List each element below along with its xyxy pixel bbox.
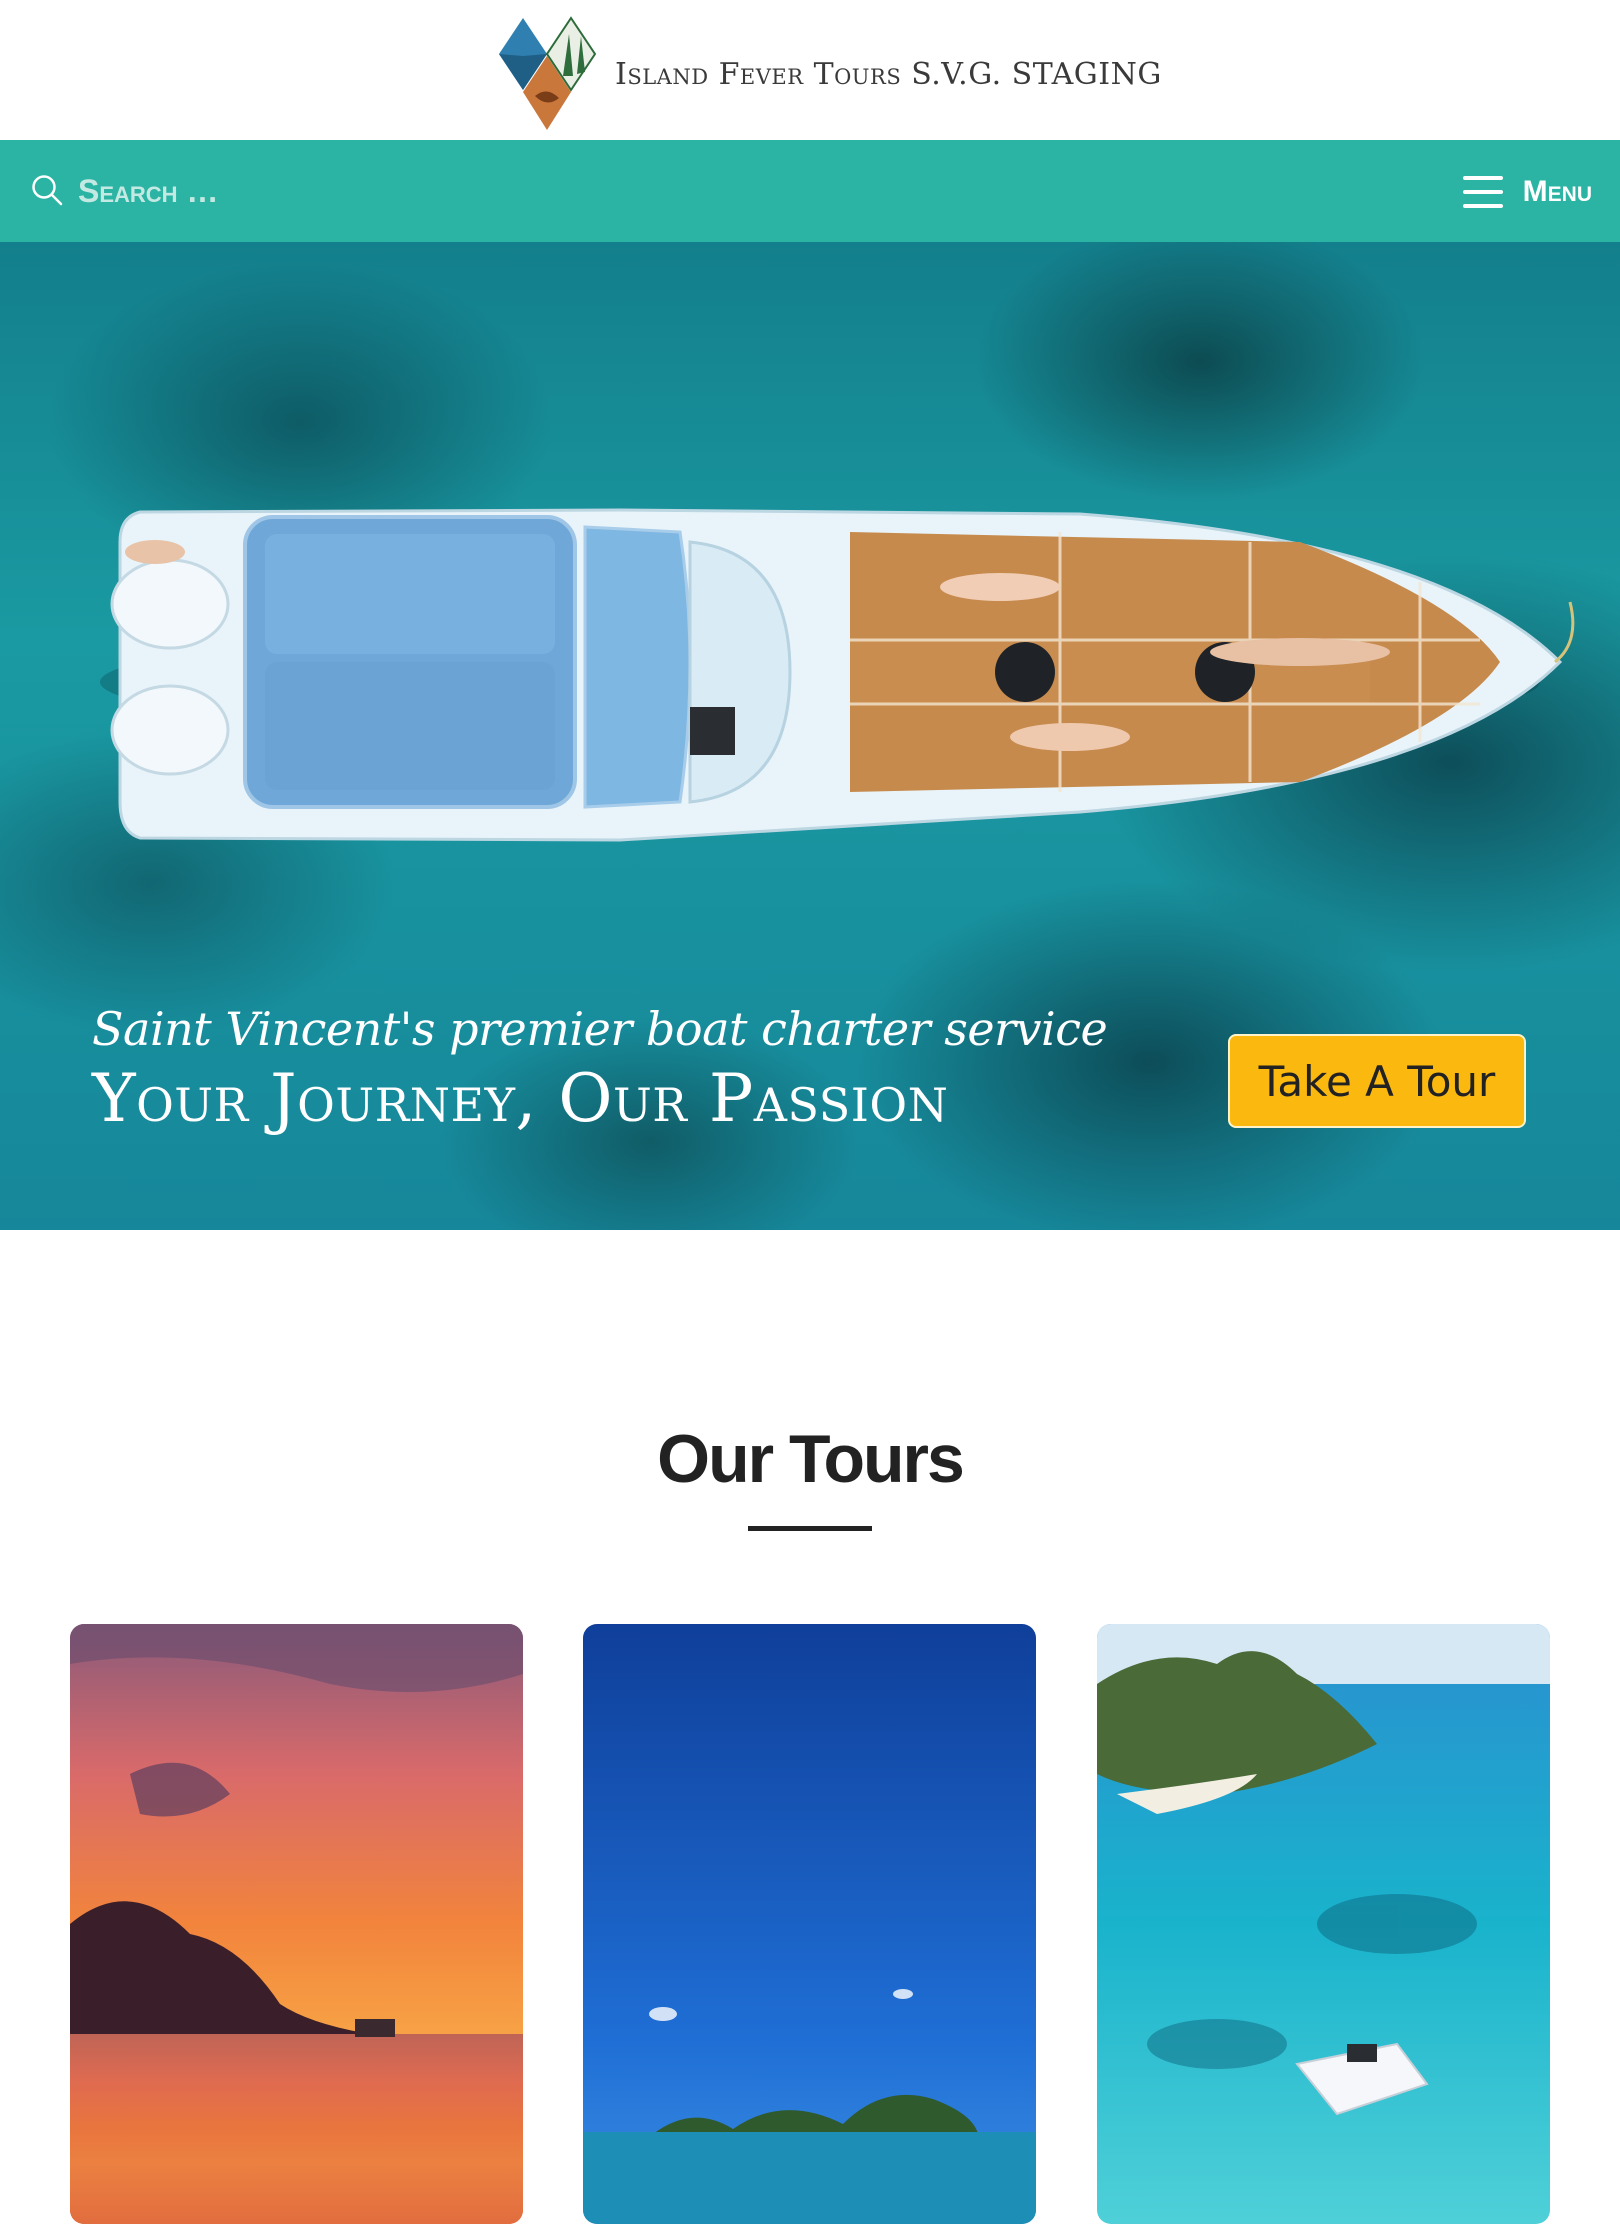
take-a-tour-button[interactable]: Take A Tour: [1228, 1034, 1526, 1128]
tour-card-bay[interactable]: [1097, 1624, 1550, 2224]
turquoise-bay-boat-photo: [1097, 1624, 1550, 2224]
diamond-island-logo-icon: [499, 16, 597, 130]
hero-title: Your Journey, Our Passion: [92, 1060, 949, 1137]
tour-card-sunset[interactable]: [70, 1624, 523, 2224]
hamburger-icon: [1462, 176, 1503, 208]
search-icon[interactable]: [30, 173, 64, 207]
sunset-over-island-photo: [70, 1624, 523, 2224]
blue-sky-island-photo: [583, 1624, 1036, 2224]
menu-button[interactable]: Menu: [1462, 170, 1592, 214]
site-brand-link[interactable]: Island Fever Tours S.V.G. STAGING: [497, 16, 1162, 132]
search-input[interactable]: [78, 166, 678, 216]
menu-label: Menu: [1522, 175, 1592, 208]
section-divider: [748, 1526, 872, 1531]
nav-bar: Menu: [0, 140, 1620, 242]
tour-card-island[interactable]: [583, 1624, 1036, 2224]
hero-banner: Saint Vincent's premier boat charter ser…: [0, 242, 1620, 1230]
site-title: Island Fever Tours S.V.G. STAGING: [615, 56, 1162, 92]
site-header: Island Fever Tours S.V.G. STAGING: [0, 0, 1620, 140]
hero-tagline: Saint Vincent's premier boat charter ser…: [92, 1002, 1108, 1056]
section-title: Our Tours: [657, 1421, 965, 1497]
